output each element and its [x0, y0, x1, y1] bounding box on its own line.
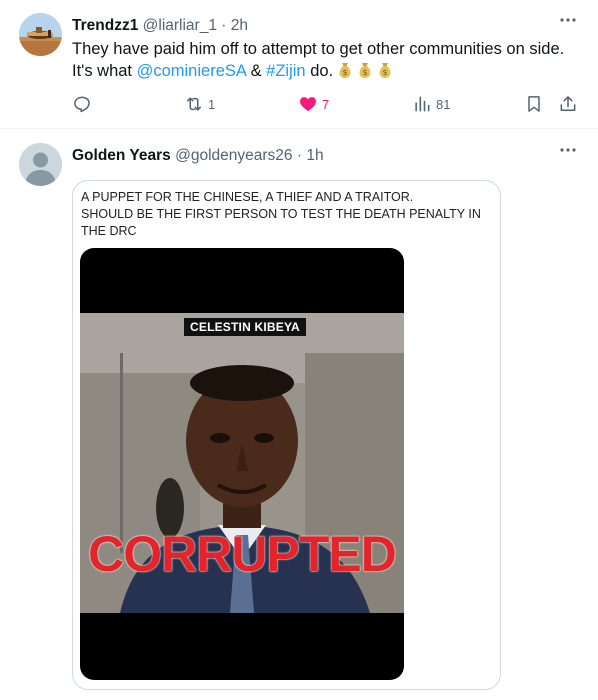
- like-button[interactable]: 7: [298, 92, 329, 116]
- quoted-media[interactable]: CELESTIN KIBEYA CORRUPTED: [80, 248, 404, 680]
- tweet-header: Trendzz1 @liarliar_1 · 2h: [72, 16, 248, 36]
- share-icon: [560, 96, 576, 111]
- handle[interactable]: @goldenyears26: [175, 147, 292, 164]
- quoted-text-line: SHOULD BE THE FIRST PERSON TO TEST THE D…: [81, 207, 481, 238]
- tweet-actions: 1 7 81: [72, 92, 582, 116]
- tweet-golden-years[interactable]: Golden Years @goldenyears26 · 1h A PUPPE…: [0, 130, 598, 700]
- timestamp[interactable]: 1h: [306, 147, 323, 164]
- heart-icon: [300, 97, 316, 112]
- like-count: 7: [322, 96, 330, 112]
- quoted-post[interactable]: A PUPPET FOR THE CHINESE, A THIEF AND A …: [72, 180, 501, 690]
- display-name[interactable]: Trendzz1: [72, 17, 138, 34]
- view-count: 81: [436, 96, 451, 112]
- quoted-text-line: A PUPPET FOR THE CHINESE, A THIEF AND A …: [81, 190, 414, 204]
- bookmark-icon: [528, 96, 540, 112]
- separator: ·: [221, 17, 227, 34]
- views-button[interactable]: 81: [412, 92, 450, 116]
- tweet-trendzz1[interactable]: Trendzz1 @liarliar_1 · 2h They have paid…: [0, 0, 598, 129]
- handle[interactable]: @liarliar_1: [143, 17, 217, 34]
- svg-text:$: $: [383, 68, 388, 77]
- reply-icon: [74, 96, 90, 113]
- views-chart-icon: [415, 96, 430, 112]
- money-bag-icon: $: [357, 61, 373, 79]
- more-dots-icon[interactable]: [558, 140, 578, 160]
- timestamp[interactable]: 2h: [231, 17, 248, 34]
- money-bag-icon: $: [337, 61, 353, 79]
- portrait-photo: CELESTIN KIBEYA CORRUPTED: [80, 313, 404, 613]
- avatar[interactable]: [19, 13, 62, 56]
- image-overlay-text: CORRUPTED: [88, 526, 397, 582]
- avatar[interactable]: [19, 143, 62, 186]
- retweet-button[interactable]: 1: [184, 92, 215, 116]
- reply-button[interactable]: [72, 92, 96, 116]
- retweet-icon: [187, 97, 201, 111]
- money-bag-icon: $: [377, 61, 393, 79]
- share-button[interactable]: [558, 92, 578, 116]
- svg-text:$: $: [343, 68, 348, 77]
- bookmark-button[interactable]: [524, 92, 544, 116]
- svg-text:$: $: [363, 68, 368, 77]
- text-segment: do.: [305, 62, 334, 80]
- mention-link[interactable]: @cominiereSA: [137, 62, 246, 80]
- image-caption-tag: CELESTIN KIBEYA: [184, 318, 306, 336]
- separator: ·: [296, 147, 303, 164]
- default-avatar-icon: [19, 143, 62, 186]
- avatar-image: [19, 13, 62, 56]
- text-segment: &: [245, 62, 267, 80]
- quoted-post-text: A PUPPET FOR THE CHINESE, A THIEF AND A …: [81, 189, 493, 240]
- more-dots-icon[interactable]: [558, 10, 578, 30]
- retweet-count: 1: [208, 96, 216, 112]
- hashtag-link[interactable]: #Zijin: [266, 62, 305, 80]
- display-name[interactable]: Golden Years: [72, 147, 171, 164]
- tweet-header: Golden Years @goldenyears26 · 1h: [72, 146, 324, 166]
- tweet-text: They have paid him off to attempt to get…: [72, 38, 578, 82]
